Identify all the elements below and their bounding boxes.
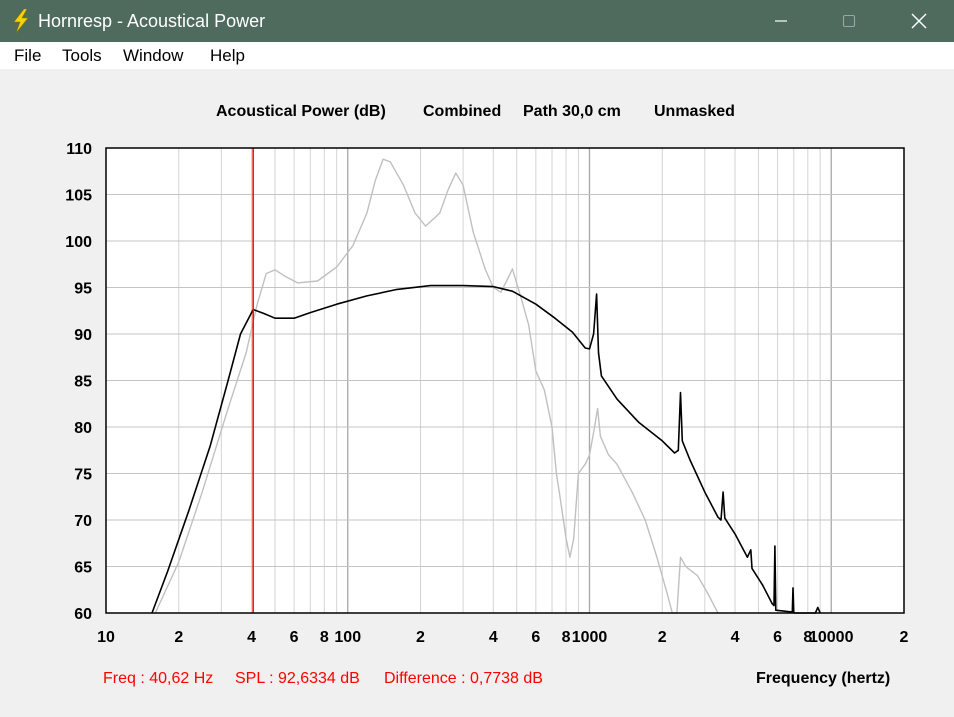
y-tick-label: 80 bbox=[74, 420, 92, 437]
hornresp-window: Hornresp - Acoustical Power File Tools W… bbox=[0, 0, 954, 717]
x-tick-label: 4 bbox=[247, 629, 256, 646]
y-tick-label: 75 bbox=[74, 467, 92, 484]
x-tick-label: 2 bbox=[900, 629, 909, 646]
menu-window[interactable]: Window bbox=[123, 46, 183, 66]
x-tick-label: 2 bbox=[416, 629, 425, 646]
status-spl: SPL : 92,6334 dB bbox=[235, 670, 360, 687]
x-tick-label: 100 bbox=[334, 629, 361, 646]
x-tick-label: 6 bbox=[773, 629, 782, 646]
x-tick-label: 10 bbox=[97, 629, 115, 646]
status-freq: Freq : 40,62 Hz bbox=[103, 670, 214, 687]
chart-title-mode: Combined bbox=[423, 103, 501, 120]
minimize-icon bbox=[775, 20, 787, 22]
x-tick-label: 2 bbox=[658, 629, 667, 646]
acoustical-power-chart[interactable]: Acoustical Power (dB) Combined Path 30,0… bbox=[0, 69, 954, 669]
x-tick-label: 6 bbox=[290, 629, 299, 646]
maximize-button[interactable] bbox=[826, 0, 872, 42]
chart-title-mask: Unmasked bbox=[654, 103, 735, 120]
menu-bar: File Tools Window Help bbox=[0, 42, 954, 69]
x-tick-label: 6 bbox=[531, 629, 540, 646]
x-axis-title: Frequency (hertz) bbox=[756, 670, 891, 687]
minimize-button[interactable] bbox=[758, 0, 804, 42]
y-tick-label: 90 bbox=[74, 327, 92, 344]
menu-tools[interactable]: Tools bbox=[62, 46, 102, 66]
y-tick-label: 70 bbox=[74, 513, 92, 530]
y-tick-label: 100 bbox=[65, 234, 92, 251]
close-icon bbox=[911, 13, 927, 29]
y-tick-label: 95 bbox=[74, 281, 92, 298]
chart-title-path: Path 30,0 cm bbox=[523, 103, 621, 120]
chart-area[interactable]: Acoustical Power (dB) Combined Path 30,0… bbox=[0, 69, 954, 717]
menu-help[interactable]: Help bbox=[210, 46, 245, 66]
x-tick-label: 8 bbox=[562, 629, 571, 646]
x-tick-label: 2 bbox=[174, 629, 183, 646]
x-tick-label: 8 bbox=[320, 629, 329, 646]
x-tick-label: 4 bbox=[489, 629, 498, 646]
window-title: Hornresp - Acoustical Power bbox=[38, 11, 266, 31]
x-tick-label: 1000 bbox=[572, 629, 608, 646]
y-tick-label: 110 bbox=[66, 141, 92, 158]
x-tick-label: 4 bbox=[731, 629, 740, 646]
y-tick-label: 65 bbox=[74, 560, 92, 577]
title-bar: Hornresp - Acoustical Power bbox=[0, 0, 954, 42]
y-tick-label: 85 bbox=[74, 374, 92, 391]
y-tick-label: 60 bbox=[74, 606, 92, 623]
x-axis-labels: 10 2 4 6 8 100 2 4 6 8 1000 2 4 6 810000 2 bbox=[97, 629, 908, 646]
close-button[interactable] bbox=[896, 0, 942, 42]
chart-title-quantity: Acoustical Power (dB) bbox=[216, 103, 386, 120]
maximize-icon bbox=[842, 14, 856, 28]
status-difference: Difference : 0,7738 dB bbox=[384, 670, 543, 687]
y-tick-label: 105 bbox=[65, 188, 92, 205]
menu-file[interactable]: File bbox=[14, 46, 41, 66]
y-axis-labels: 110 105 100 95 90 85 80 75 70 65 60 bbox=[65, 141, 92, 623]
x-tick-label: 10000 bbox=[809, 629, 854, 646]
lightning-bolt-icon bbox=[13, 9, 29, 33]
